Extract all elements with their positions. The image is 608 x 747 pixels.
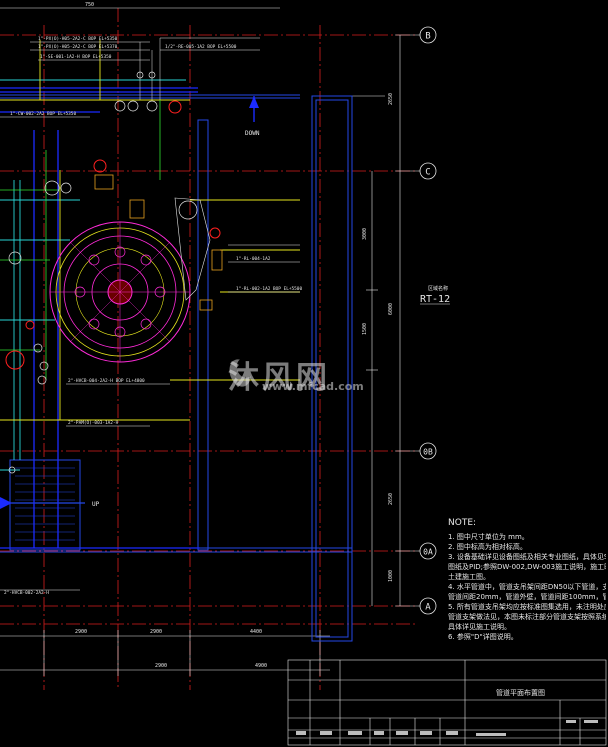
grid-bubble-label: 0A	[423, 548, 433, 557]
svg-text:2650: 2650	[388, 493, 394, 505]
svg-text:2900: 2900	[150, 629, 162, 635]
svg-text:6000: 6000	[388, 303, 394, 315]
grid-bubble-label: 0B	[423, 448, 433, 457]
notes-title: NOTE:	[448, 518, 477, 528]
svg-text:4400: 4400	[250, 629, 262, 635]
note-line: 具体详见施工说明。	[448, 623, 511, 631]
note-line: 管道支架做法见，本图未标注部分管道支架按照系统图及设备安装要求执行	[448, 613, 606, 621]
pipe-label: 2"-HVCB-004-2A2-H BOP EL+4800	[68, 378, 145, 384]
svg-text:2900: 2900	[75, 629, 87, 635]
note-line: 5. 所有管道支吊架均应按标准图集选用，未注明处应参照相关规范执行，	[448, 603, 606, 611]
drawing-title: 管道平面布置图	[496, 689, 545, 697]
grid-bubble-label: A	[425, 603, 431, 613]
pipe-label: 2"-HVCB-002-2A2-H	[4, 590, 49, 596]
note-line: 6. 参照"D"详图说明。	[448, 633, 518, 641]
pipe-label: 1"-CW-002-2A2 BOP EL+5350	[10, 111, 76, 117]
svg-text:750: 750	[85, 2, 94, 8]
watermark-url: www.mfcad.com	[262, 380, 364, 393]
note-line: 土建施工图。	[448, 573, 490, 581]
up-label: UP	[92, 501, 100, 508]
svg-text:2900: 2900	[155, 663, 167, 669]
grid-bubble-label: B	[425, 32, 430, 42]
svg-text:1000: 1000	[388, 570, 394, 582]
notes-panel: NOTE: 1. 图中尺寸单位为 mm。 2. 图中标高为相对标高。 3. 设备…	[448, 518, 606, 642]
svg-text:1500: 1500	[362, 323, 368, 335]
note-line: 4. 水平管道中，管道支吊架间距DN50以下管道，支吊架间距DN50以上管道	[448, 583, 606, 591]
pipe-label: 1"-PX(O)-H05-2A2-C BOP EL+5350	[38, 36, 118, 42]
svg-text:3000: 3000	[362, 228, 368, 240]
svg-text:2650: 2650	[388, 93, 394, 105]
area-tag-small: 区域名称	[428, 285, 448, 292]
note-line: 3. 设备基础详见设备图纸及相关专业图纸，具体见ST5-001,EA-001	[448, 553, 606, 561]
pipe-label: 1"-PX(O)-H05-2A2-C BOP EL+5370	[38, 44, 118, 50]
down-label: DOWN	[245, 130, 260, 137]
note-line: 2. 图中标高为相对标高。	[448, 543, 527, 551]
pipe-label: 1"-RL-004-1A2	[236, 256, 271, 262]
area-tag-code: RT-12	[420, 294, 450, 305]
note-line: 1. 图中尺寸单位为 mm。	[448, 533, 529, 541]
pipe-label: 1"-SE-001-1A2-H BOP EL+5350	[40, 54, 112, 60]
grid-bubble-label: C	[425, 168, 430, 178]
pipe-label: 2"-PAM(O)-003-1A2-H	[68, 420, 119, 426]
pipe-label: 1"-RL-002-1A2 BOP EL+5500	[236, 286, 302, 292]
note-line: 图纸及PID;参照DW-002,DW-003施工说明，施工时应核对	[448, 563, 606, 571]
pipe-label: 1/2"-RE-005-1A2 BOP EL+5500	[165, 44, 237, 50]
svg-text:4900: 4900	[255, 663, 267, 669]
note-line: 管道间距20mm，管道外壁，管道间距100mm，管道间距50mm。	[448, 593, 606, 601]
